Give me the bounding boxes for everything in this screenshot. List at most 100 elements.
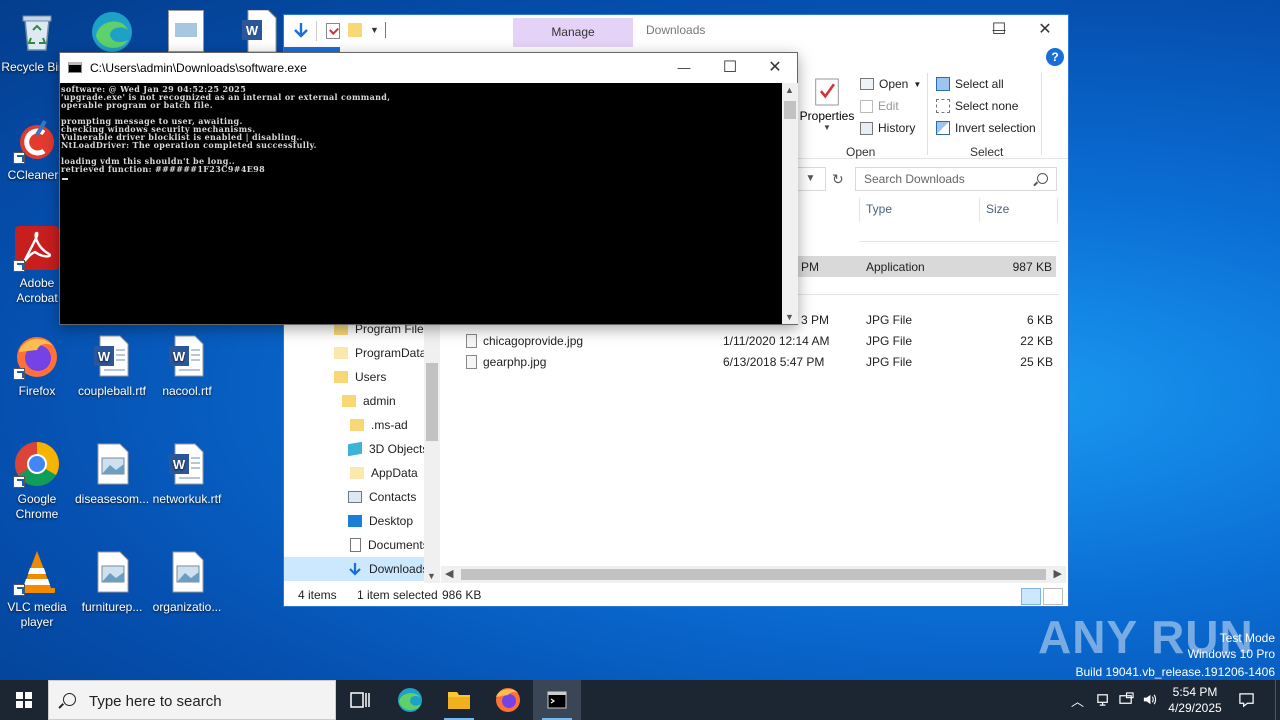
scroll-down-arrow-icon[interactable]: ▼ — [785, 312, 794, 322]
edit-button[interactable]: Edit — [860, 99, 899, 113]
address-history-dropdown[interactable]: ▼ — [796, 167, 826, 191]
file-row-gearphp[interactable]: gearphp.jpg 6/13/2018 5:47 PM JPG File 2… — [441, 351, 1056, 372]
nav-item-desktop[interactable]: Desktop — [284, 509, 424, 533]
nav-item-users[interactable]: Users — [284, 365, 424, 389]
history-button[interactable]: History — [860, 121, 915, 135]
test-mode-label: Test Mode — [1219, 631, 1275, 645]
select-all-button[interactable]: Select all — [936, 77, 1004, 91]
scroll-up-arrow-icon[interactable]: ▲ — [785, 85, 794, 95]
file-row-chicagoprovide[interactable]: chicagoprovide.jpg 1/11/2020 12:14 AM JP… — [441, 330, 1056, 351]
nav-item-documents[interactable]: Documents — [284, 533, 424, 557]
invert-selection-label: Invert selection — [955, 121, 1036, 135]
properties-button[interactable]: Properties ▼ — [798, 77, 856, 143]
new-folder-quick-icon[interactable] — [348, 23, 362, 37]
show-desktop-button[interactable] — [1275, 680, 1280, 720]
console-close-button[interactable]: ✕ — [752, 53, 798, 83]
file-date: 3 PM — [801, 313, 830, 327]
scrollbar-thumb[interactable] — [461, 569, 1046, 580]
open-button[interactable]: Open ▼ — [860, 77, 921, 91]
desktop-icon-vlc[interactable]: VLC media player — [0, 548, 74, 630]
search-icon — [63, 693, 76, 706]
start-button[interactable] — [0, 680, 48, 720]
scrollbar-thumb[interactable] — [426, 363, 438, 441]
image-desktop-icon-partial[interactable] — [168, 10, 204, 52]
invert-selection-button[interactable]: Invert selection — [936, 121, 1036, 135]
explorer-titlebar[interactable]: ▼ Manage Downloads — ☐ ✕ — [284, 15, 1068, 47]
nav-item-label: Contacts — [369, 490, 417, 504]
nav-item-contacts[interactable]: Contacts — [284, 485, 424, 509]
file-type: JPG File — [866, 355, 913, 369]
ethernet-icon[interactable] — [1119, 692, 1134, 710]
console-titlebar[interactable]: C:\Users\admin\Downloads\software.exe — … — [60, 53, 797, 83]
select-none-button[interactable]: Select none — [936, 99, 1018, 113]
details-view-button[interactable] — [1021, 588, 1041, 605]
word-doc-icon: W — [242, 9, 277, 53]
nav-item-programdata[interactable]: ProgramData — [284, 341, 424, 365]
volume-icon[interactable] — [1142, 692, 1157, 710]
taskbar-edge[interactable] — [386, 680, 434, 720]
column-header-size[interactable]: Size — [986, 202, 1009, 216]
desktop-icon-furniturep[interactable]: furniturep... — [75, 548, 149, 615]
search-input[interactable]: Search Downloads — [855, 167, 1057, 191]
close-button[interactable]: ✕ — [1022, 15, 1068, 45]
console-cursor — [62, 178, 68, 180]
help-button[interactable]: ? — [1046, 48, 1064, 66]
scroll-left-arrow-icon[interactable]: ◀ — [445, 567, 453, 580]
task-view-button[interactable] — [336, 680, 384, 720]
desktop-icon-nacool[interactable]: W nacool.rtf — [150, 332, 224, 399]
nav-item-label: Downloads — [369, 562, 424, 576]
scrollbar-thumb[interactable] — [784, 101, 796, 119]
navigation-pane[interactable]: Program Files ProgramData Users admin .m… — [284, 315, 439, 583]
taskbar-console[interactable] — [533, 680, 581, 720]
taskbar-firefox[interactable] — [484, 680, 532, 720]
console-window[interactable]: C:\Users\admin\Downloads\software.exe — … — [59, 52, 798, 325]
refresh-icon[interactable]: ↻ — [832, 171, 844, 188]
window-title: Downloads — [646, 23, 706, 37]
download-arrow-icon[interactable] — [292, 22, 310, 40]
properties-quick-icon[interactable] — [326, 23, 340, 39]
console-scrollbar[interactable]: ▲ ▼ — [782, 83, 798, 324]
shortcut-arrow-icon — [13, 368, 25, 380]
desktop-icon-diseasesom[interactable]: diseasesom... — [75, 440, 149, 507]
nav-item-admin[interactable]: admin — [284, 389, 424, 413]
scroll-right-arrow-icon[interactable]: ▶ — [1054, 567, 1062, 580]
taskbar-clock[interactable]: 5:54 PM 4/29/2025 — [1163, 684, 1227, 716]
word-desktop-icon-partial[interactable]: W — [240, 9, 278, 53]
desktop-icon-networkuk[interactable]: W networkuk.rtf — [150, 440, 224, 507]
nav-item-downloads[interactable]: Downloads — [284, 557, 424, 581]
svg-text:W: W — [173, 349, 186, 364]
horizontal-scrollbar[interactable]: ◀ ▶ — [441, 566, 1066, 583]
word-doc-icon: W — [163, 440, 211, 488]
show-hidden-icons-button[interactable]: ︿ — [1071, 691, 1084, 710]
nav-item-appdata[interactable]: AppData — [284, 461, 424, 485]
tab-manage[interactable]: Manage — [513, 18, 633, 47]
nav-item-label: ProgramData — [355, 346, 424, 360]
edge-desktop-icon[interactable] — [88, 8, 136, 52]
file-date: 6/13/2018 5:47 PM — [723, 355, 825, 369]
column-header-type[interactable]: Type — [866, 202, 892, 216]
nav-item-label: Documents — [368, 538, 424, 552]
desktop-icon-coupleball[interactable]: W coupleball.rtf — [75, 332, 149, 399]
desktop-icon-label: Recycle Bin — [1, 60, 65, 74]
taskbar-search-box[interactable]: Type here to search — [48, 680, 336, 720]
image-file-icon — [88, 548, 136, 596]
navigation-scrollbar[interactable]: ▼ — [424, 315, 440, 583]
maximize-button[interactable]: ☐ — [976, 15, 1022, 45]
desktop-icon-organizatio[interactable]: organizatio... — [150, 548, 224, 615]
desktop-icon-label: VLC media player — [7, 600, 67, 629]
console-output[interactable]: software: @ Wed Jan 29 04:52:25 2025 'up… — [60, 83, 782, 324]
file-row-software-exe[interactable]: PM Application 987 KB — [797, 256, 1056, 277]
taskbar-file-explorer[interactable] — [435, 680, 483, 720]
desktop-icon-firefox[interactable]: Firefox — [0, 332, 74, 399]
notification-center-button[interactable] — [1238, 691, 1255, 711]
console-minimize-button[interactable]: — — [661, 53, 707, 83]
customize-quick-access-icon[interactable]: ▼ — [370, 25, 379, 35]
ribbon-group-open: Open — [846, 145, 876, 159]
large-icons-view-button[interactable] — [1043, 588, 1063, 605]
desktop-icon-google-chrome[interactable]: Google Chrome — [0, 440, 74, 522]
nav-item-ms-ad[interactable]: .ms-ad — [284, 413, 424, 437]
network-icon[interactable] — [1096, 692, 1111, 710]
scroll-down-arrow-icon[interactable]: ▼ — [427, 571, 436, 581]
console-maximize-button[interactable]: ☐ — [707, 53, 753, 83]
nav-item-3d-objects[interactable]: 3D Objects — [284, 437, 424, 461]
